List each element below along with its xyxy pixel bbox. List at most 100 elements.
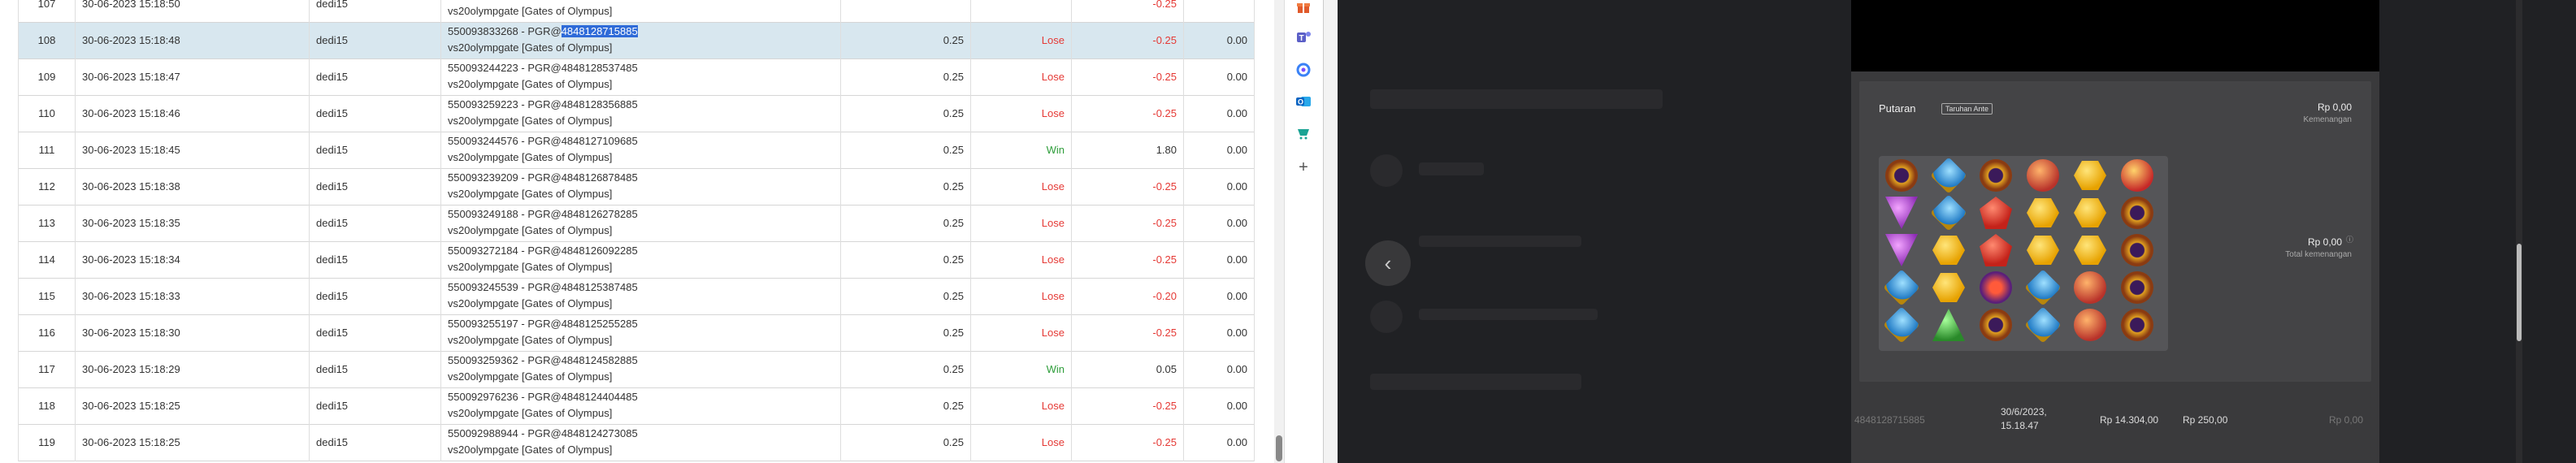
round-id-link[interactable]: 4848126278285 [562, 208, 638, 220]
datetime-cell: 30-06-2023 15:18:35 [75, 206, 309, 242]
symbol-ring [1980, 309, 2012, 341]
game-scroll-thumb[interactable] [2517, 244, 2522, 341]
symbol-gem-gold [1932, 273, 1965, 302]
user-cell: dedi15 [309, 315, 440, 352]
background-ghost [1370, 154, 1403, 187]
round-id-link[interactable]: 4848127109685 [562, 135, 638, 147]
round-id-link[interactable]: 4848124582885 [562, 354, 638, 366]
description-prefix: 550093255197 - PGR@ [448, 318, 562, 330]
symbol-cup [2074, 309, 2106, 341]
symbol-gem-gold [2074, 161, 2106, 190]
table-row[interactable]: 116 30-06-2023 15:18:30 dedi15 550093255197… [18, 315, 1255, 352]
symbol-ring [1980, 159, 2012, 192]
row-number-cell: 111 [18, 132, 75, 169]
report-scroll-thumb[interactable] [1276, 435, 1282, 461]
description-cell[interactable]: 550093259362 - PGR@4848124582885 vs20olym… [440, 352, 840, 388]
description-prefix: 550093239209 - PGR@ [448, 171, 562, 184]
winlose-cell: 0.05 [1071, 352, 1183, 388]
back-button[interactable]: ‹ [1365, 240, 1411, 286]
description-cell[interactable]: 550092988944 - PGR@4848124273085 vs20olym… [440, 425, 840, 461]
jackpot-cell: 0.00 [1183, 388, 1255, 425]
description-cell[interactable]: 550093239209 - PGR@4848126878485 vs20olym… [440, 169, 840, 206]
teams-icon[interactable]: T [1295, 28, 1312, 46]
bet-cell: 0.25 [840, 132, 970, 169]
game-name: vs20olympgate [Gates of Olympus] [448, 297, 613, 309]
result-cell: Lose [970, 279, 1071, 315]
table-row[interactable]: 115 30-06-2023 15:18:33 dedi15 550093245539… [18, 279, 1255, 315]
add-icon[interactable]: + [1295, 158, 1312, 176]
game-scrollbar[interactable] [2516, 0, 2522, 463]
datetime-cell: 30-06-2023 15:18:33 [75, 279, 309, 315]
bet-cell: 0.25 [840, 425, 970, 461]
table-row[interactable]: 112 30-06-2023 15:18:38 dedi15 550093239209… [18, 169, 1255, 206]
winlose-cell: -0.25 [1071, 59, 1183, 96]
info-icon[interactable]: ⓘ [2346, 234, 2353, 244]
table-row[interactable]: 109 30-06-2023 15:18:47 dedi15 550093244223… [18, 59, 1255, 96]
svg-text:T: T [1299, 34, 1304, 43]
description-prefix: 550093272184 - PGR@ [448, 244, 562, 257]
description-cell[interactable]: 550093244223 - PGR@4848128537485 vs20olym… [440, 59, 840, 96]
game-name: vs20olympgate [Gates of Olympus] [448, 407, 613, 419]
round-title: Putaran [1879, 102, 1916, 115]
result-cell: Win [970, 352, 1071, 388]
round-id-link[interactable]: 4848126878485 [562, 171, 638, 184]
description-cell[interactable]: 550093244576 - PGR@4848127109685 vs20olym… [440, 132, 840, 169]
datetime-cell: 30-06-2023 15:18:25 [75, 425, 309, 461]
round-id-link[interactable]: 4848125387485 [562, 281, 638, 293]
symbol-ring [2121, 197, 2153, 229]
table-row[interactable]: 108 30-06-2023 15:18:48 dedi15 550093833268… [18, 23, 1255, 59]
bet-cell: 0.25 [840, 59, 970, 96]
symbol-ring [2121, 271, 2153, 304]
table-row[interactable]: 114 30-06-2023 15:18:34 dedi15 550093272184… [18, 242, 1255, 279]
result-cell: Lose [970, 206, 1071, 242]
background-ghost [1370, 301, 1403, 333]
table-row[interactable]: 118 30-06-2023 15:18:25 dedi15 550092976236… [18, 388, 1255, 425]
round-id-link[interactable]: 4848125255285 [562, 318, 638, 330]
round-id-link[interactable]: 4848124273085 [562, 427, 638, 439]
description-cell[interactable]: 550092976236 - PGR@4848124404485 vs20olym… [440, 388, 840, 425]
round-id-link[interactable]: 4848128356885 [562, 98, 638, 110]
description-prefix: 550093259223 - PGR@ [448, 98, 562, 110]
row-number-cell: 109 [18, 59, 75, 96]
user-cell: dedi15 [309, 23, 440, 59]
user-cell: dedi15 [309, 132, 440, 169]
table-row[interactable]: 110 30-06-2023 15:18:46 dedi15 550093259223… [18, 96, 1255, 132]
jackpot-cell: 0.00 [1183, 169, 1255, 206]
description-cell[interactable]: 550093272184 - PGR@4848126092285 vs20olym… [440, 242, 840, 279]
symbol-scatter [1980, 271, 2012, 304]
table-row[interactable]: 117 30-06-2023 15:18:29 dedi15 550093259362… [18, 352, 1255, 388]
table-row[interactable]: 119 30-06-2023 15:18:25 dedi15 550092988944… [18, 425, 1255, 461]
game-name: vs20olympgate [Gates of Olympus] [448, 224, 613, 236]
pane-divider[interactable] [1323, 0, 1338, 463]
description-cell[interactable]: 550093245539 - PGR@4848125387485 vs20olym… [440, 279, 840, 315]
shopping-icon[interactable] [1295, 124, 1312, 142]
winlose-cell: -0.25 [1071, 242, 1183, 279]
description-prefix: 550093833268 - PGR@ [448, 25, 562, 37]
round-id-link[interactable]: 4848124404485 [562, 391, 638, 403]
table-row[interactable]: 111 30-06-2023 15:18:45 dedi15 550093244576… [18, 132, 1255, 169]
table-row[interactable]: 107 30-06-2023 15:18:50 dedi15 vs20olymp… [18, 0, 1255, 23]
round-id-link[interactable]: 4848126092285 [562, 244, 638, 257]
report-scrollbar[interactable] [1274, 0, 1284, 463]
symbol-cup [2027, 159, 2059, 192]
user-cell: dedi15 [309, 59, 440, 96]
bet-cell: 0.25 [840, 242, 970, 279]
winlose-cell: -0.25 [1071, 315, 1183, 352]
description-cell[interactable]: 550093249188 - PGR@4848126278285 vs20olym… [440, 206, 840, 242]
game-name: vs20olympgate [Gates of Olympus] [448, 261, 613, 273]
chevron-left-icon: ‹ [1384, 250, 1392, 275]
description-cell[interactable]: 550093259223 - PGR@4848128356885 vs20olym… [440, 96, 840, 132]
winlose-cell: -0.25 [1071, 0, 1183, 23]
round-id-link[interactable]: 4848128715885 [561, 25, 638, 37]
description-cell[interactable]: 550093833268 - PGR@4848128715885 vs20olym… [440, 23, 840, 59]
round-card: Putaran Taruhan Ante Rp 0,00 Kemenangan … [1859, 81, 2371, 382]
outlook-icon[interactable]: O [1295, 93, 1312, 110]
jackpot-cell: 0.00 [1183, 206, 1255, 242]
gift-icon[interactable] [1295, 0, 1312, 16]
round-id-link[interactable]: 4848128537485 [562, 62, 638, 74]
table-row[interactable]: 113 30-06-2023 15:18:35 dedi15 550093249188… [18, 206, 1255, 242]
symbol-tri-purple [1885, 197, 1918, 229]
settings-app-icon[interactable] [1295, 61, 1312, 79]
description-cell[interactable]: 550093255197 - PGR@4848125255285 vs20olym… [440, 315, 840, 352]
user-cell: dedi15 [309, 96, 440, 132]
